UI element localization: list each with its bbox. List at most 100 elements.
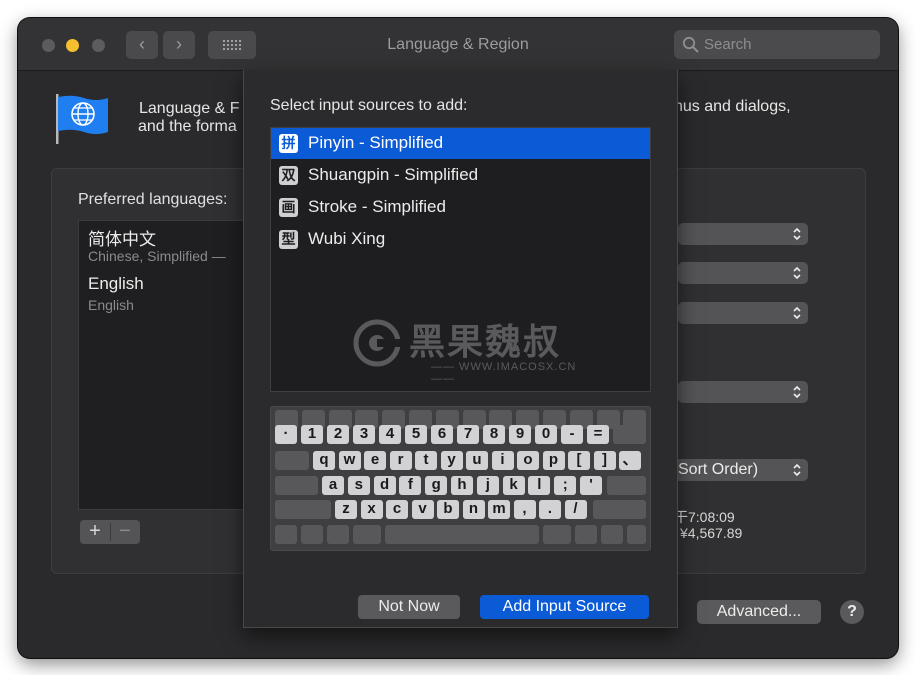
keyboard-key: 7 xyxy=(457,425,479,444)
keyboard-key: m xyxy=(488,500,510,519)
keyboard-key: ' xyxy=(580,476,602,495)
help-button[interactable]: ? xyxy=(840,600,864,624)
keyboard-key: y xyxy=(440,451,463,470)
search-icon xyxy=(682,36,699,53)
keyboard-key-blank xyxy=(275,525,297,544)
region-popup[interactable] xyxy=(678,223,808,245)
description-line-1-end: nus and dialogs, xyxy=(674,98,791,115)
input-sources-list[interactable]: 拼 Pinyin - Simplified 双 Shuangpin - Simp… xyxy=(270,127,651,392)
watermark-url: —— WWW.IMACOSX.CN —— xyxy=(431,361,577,385)
keyboard-key: c xyxy=(386,500,408,519)
keyboard-key: b xyxy=(437,500,459,519)
title-bar: ‹ › Language & Region Search xyxy=(18,18,898,71)
keyboard-key: 、 xyxy=(619,451,641,470)
input-source-item[interactable]: 拼 Pinyin - Simplified xyxy=(271,128,650,159)
input-source-label: Stroke - Simplified xyxy=(308,197,446,216)
keyboard-key: · xyxy=(275,425,297,444)
up-down-chevron-icon xyxy=(793,306,801,320)
keyboard-key: w xyxy=(338,451,361,470)
advanced-button[interactable]: Advanced... xyxy=(697,600,821,624)
keyboard-key: t xyxy=(415,451,437,470)
preferences-window: ‹ › Language & Region Search Language & … xyxy=(18,18,898,658)
preferred-languages-list[interactable]: 简体中文 Chinese, Simplified — English Engli… xyxy=(78,220,250,510)
keyboard-key-blank xyxy=(593,500,646,519)
language-item-name[interactable]: English xyxy=(88,274,144,294)
add-input-source-button[interactable]: Add Input Source xyxy=(480,595,649,619)
not-now-button[interactable]: Not Now xyxy=(358,595,460,619)
keyboard-key-blank xyxy=(353,525,381,544)
remove-language-button[interactable]: − xyxy=(110,520,140,544)
keyboard-key: 2 xyxy=(327,425,349,444)
keyboard-key: ; xyxy=(554,476,577,495)
wubi-icon: 型 xyxy=(279,230,298,249)
keyboard-key-blank xyxy=(575,525,597,544)
keyboard-key: n xyxy=(462,500,485,519)
watermark-logo-icon xyxy=(353,319,401,367)
sheet-prompt: Select input sources to add: xyxy=(270,97,468,114)
keyboard-key: p xyxy=(542,451,565,470)
search-placeholder: Search xyxy=(704,36,752,53)
input-source-item[interactable]: 画 Stroke - Simplified xyxy=(271,192,650,223)
list-sort-order-popup[interactable]: Sort Order) xyxy=(674,459,808,481)
keyboard-key-blank xyxy=(613,425,646,444)
keyboard-key: 8 xyxy=(483,425,505,444)
keyboard-key: 5 xyxy=(405,425,427,444)
keyboard-key: = xyxy=(587,425,609,444)
up-down-chevron-icon xyxy=(793,385,801,399)
keyboard-key-blank xyxy=(601,525,623,544)
pinyin-icon: 拼 xyxy=(279,134,298,153)
watermark-brand: 黑果魏叔 xyxy=(409,322,562,363)
keyboard-key: s xyxy=(347,476,370,495)
description-line-2: and the forma xyxy=(138,118,237,135)
sort-order-label: Sort Order) xyxy=(678,461,759,478)
language-item-name[interactable]: 简体中文 xyxy=(88,225,156,250)
description-line-1: Language & F xyxy=(139,100,240,117)
add-remove-control: + − xyxy=(80,520,140,544)
keyboard-key: e xyxy=(364,451,386,470)
input-source-label: Pinyin - Simplified xyxy=(308,133,444,152)
keyboard-key: h xyxy=(451,476,473,495)
keyboard-key: f xyxy=(399,476,422,495)
keyboard-key: i xyxy=(491,451,514,470)
shuangpin-icon: 双 xyxy=(279,166,298,185)
add-input-source-sheet: Select input sources to add: 拼 Pinyin - … xyxy=(243,70,678,628)
keyboard-key: a xyxy=(322,476,344,495)
keyboard-key-blank xyxy=(607,476,646,495)
keyboard-key-blank xyxy=(543,525,571,544)
preferred-languages-label: Preferred languages: xyxy=(78,191,228,208)
stroke-icon: 画 xyxy=(279,198,298,217)
keyboard-preview: · 1 2 3 4 5 6 7 8 9 0- = q w e r t y u i o p[]、 a s d f g h j k l; ' z x c… xyxy=(270,406,651,551)
keyboard-key: 1 xyxy=(301,425,323,444)
search-field[interactable]: Search xyxy=(674,30,880,59)
keyboard-key: j xyxy=(476,476,499,495)
input-source-item[interactable]: 双 Shuangpin - Simplified xyxy=(271,160,650,191)
first-day-popup[interactable] xyxy=(678,262,808,284)
keyboard-key: . xyxy=(539,500,561,519)
keyboard-key-blank xyxy=(301,525,323,544)
language-item-sub: Chinese, Simplified — xyxy=(88,248,226,264)
language-flag-icon xyxy=(56,94,108,144)
keyboard-key: / xyxy=(564,500,587,519)
keyboard-key: 4 xyxy=(379,425,401,444)
input-source-label: Shuangpin - Simplified xyxy=(308,165,479,184)
up-down-chevron-icon xyxy=(793,463,801,477)
keyboard-key: 9 xyxy=(509,425,531,444)
watermark: 黑果魏叔 —— WWW.IMACOSX.CN —— xyxy=(351,313,601,391)
keyboard-key: 6 xyxy=(431,425,453,444)
keyboard-key-blank xyxy=(275,451,309,470)
time-format-sample: 干7:08:09 xyxy=(674,509,735,525)
keyboard-key: o xyxy=(517,451,539,470)
add-language-button[interactable]: + xyxy=(80,520,110,544)
keyboard-key-blank xyxy=(385,525,539,544)
input-source-label: Wubi Xing xyxy=(308,229,386,248)
input-source-item[interactable]: 型 Wubi Xing xyxy=(271,224,650,255)
up-down-chevron-icon xyxy=(793,266,801,280)
temperature-popup[interactable] xyxy=(678,381,808,403)
keyboard-key-blank xyxy=(627,525,646,544)
keyboard-key: g xyxy=(425,476,448,495)
calendar-popup[interactable] xyxy=(678,302,808,324)
up-down-chevron-icon xyxy=(793,227,801,241)
keyboard-key: z xyxy=(335,500,357,519)
keyboard-key: v xyxy=(411,500,434,519)
keyboard-key: r xyxy=(389,451,412,470)
